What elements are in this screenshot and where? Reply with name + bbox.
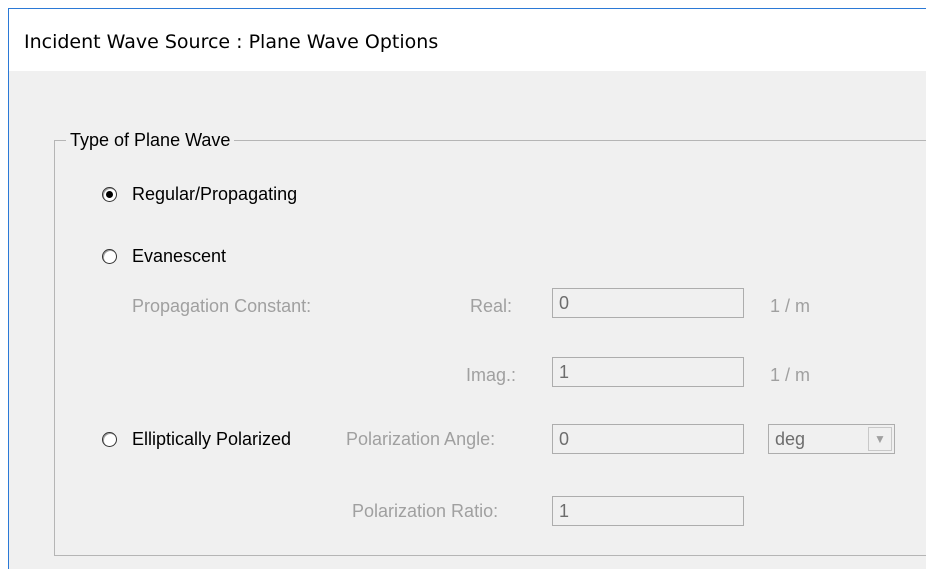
- polarization-ratio-label: Polarization Ratio:: [352, 501, 499, 521]
- label-regular-propagating[interactable]: Regular/Propagating: [132, 184, 297, 205]
- real-unit: 1 / m: [770, 296, 811, 316]
- title-bar: Incident Wave Source : Plane Wave Option…: [9, 9, 926, 71]
- group-legend: Type of Plane Wave: [66, 130, 235, 151]
- angle-unit-select[interactable]: deg ▼: [768, 424, 895, 454]
- polarization-angle-label: Polarization Angle:: [346, 429, 496, 449]
- chevron-down-icon[interactable]: ▼: [868, 427, 892, 451]
- imag-unit: 1 / m: [770, 365, 811, 385]
- imag-label: Imag.:: [466, 365, 517, 385]
- real-input[interactable]: 0: [552, 288, 744, 318]
- polarization-ratio-input[interactable]: 1: [552, 496, 744, 526]
- propagation-constant-label: Propagation Constant:: [132, 296, 312, 316]
- radio-elliptically-polarized[interactable]: [102, 432, 117, 447]
- imag-input[interactable]: 1: [552, 357, 744, 387]
- radio-selected-dot: [106, 191, 113, 198]
- polarization-angle-input[interactable]: 0: [552, 424, 744, 454]
- label-elliptically-polarized[interactable]: Elliptically Polarized: [132, 429, 291, 450]
- real-label: Real:: [470, 296, 513, 316]
- radio-regular-propagating[interactable]: [102, 187, 117, 202]
- angle-unit-value: deg: [775, 429, 806, 449]
- window-title: Incident Wave Source : Plane Wave Option…: [24, 31, 439, 53]
- radio-evanescent[interactable]: [102, 249, 117, 264]
- label-evanescent[interactable]: Evanescent: [132, 246, 226, 267]
